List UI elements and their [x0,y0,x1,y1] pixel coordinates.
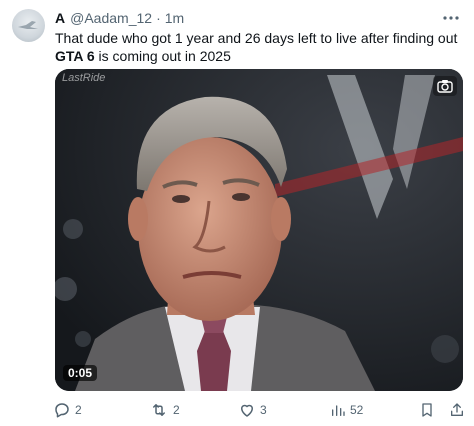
bookmark-button[interactable] [419,400,435,420]
reply-count: 2 [75,403,82,417]
tweet-text-bold: GTA 6 [55,48,95,64]
reply-button[interactable]: 2 [53,400,82,420]
timestamp[interactable]: 1m [165,10,184,26]
video-frame [55,69,463,391]
tweet-actions: 2 2 3 52 [53,400,471,420]
share-icon [449,401,465,419]
more-icon[interactable] [440,7,462,29]
camera-icon[interactable] [433,76,457,96]
tweet-header: A @Aadam_12 · 1m [55,9,184,27]
video-watermark: LastRide [62,72,106,84]
handle[interactable]: @Aadam_12 [70,10,152,26]
like-count: 3 [260,403,267,417]
separator-dot: · [156,10,161,26]
views-button[interactable]: 52 [330,400,363,420]
tweet[interactable]: A @Aadam_12 · 1m That dude who got 1 yea… [0,0,474,426]
reply-icon [53,401,71,419]
avatar[interactable] [12,9,45,42]
tweet-text: That dude who got 1 year and 26 days lef… [55,29,465,65]
share-button[interactable] [449,400,465,420]
repost-button[interactable]: 2 [149,400,180,420]
display-name[interactable]: A [55,10,65,26]
bookmark-icon [419,401,435,419]
repost-count: 2 [173,403,180,417]
video-player[interactable]: LastRide 0:05 [55,69,463,391]
video-duration: 0:05 [63,365,98,381]
heart-icon [238,401,256,419]
views-icon [330,402,346,418]
like-button[interactable]: 3 [238,400,267,420]
repost-icon [149,401,169,419]
tweet-text-end: is coming out in 2025 [94,48,231,64]
tweet-text-start: That dude who got 1 year and 26 days lef… [55,30,458,46]
views-count: 52 [350,403,364,417]
